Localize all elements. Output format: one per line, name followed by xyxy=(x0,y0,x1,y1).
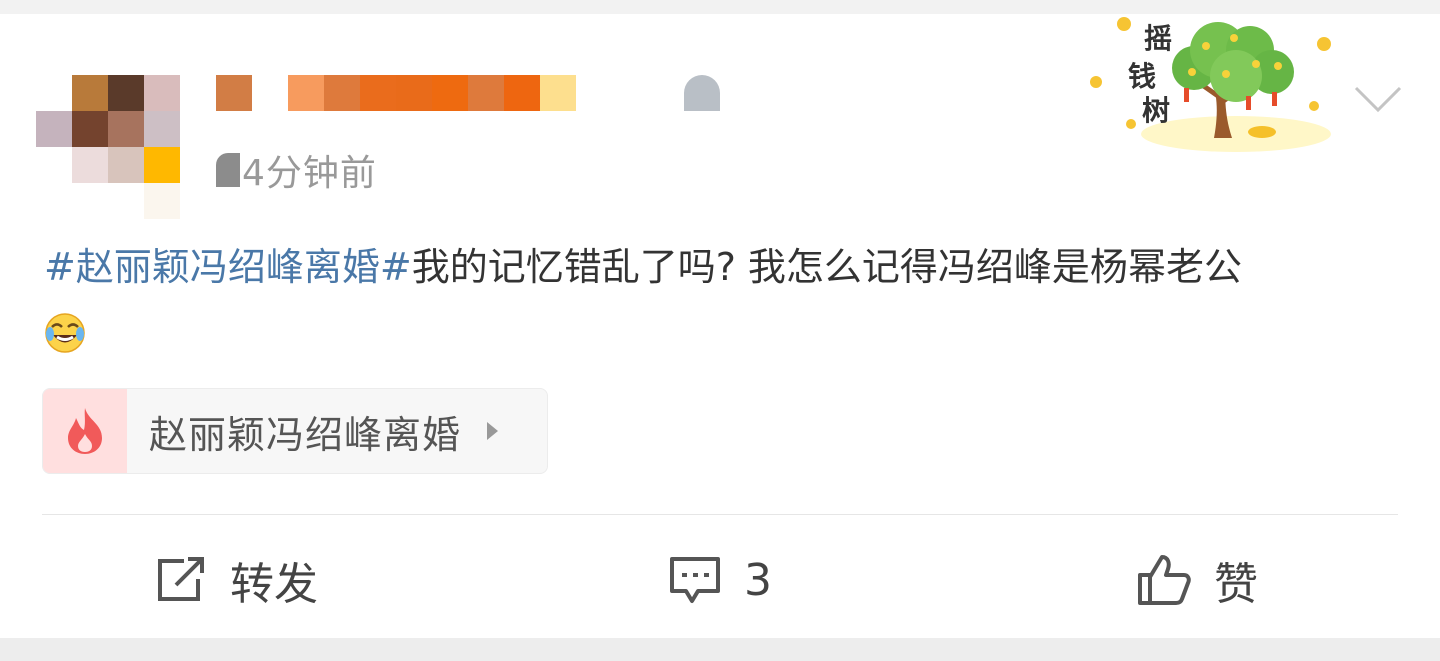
money-tree-badge[interactable]: 摇 钱 树 xyxy=(1086,16,1336,154)
topic-card[interactable]: 赵丽颖冯绍峰离婚 xyxy=(42,388,548,474)
badge-char-1: 摇 xyxy=(1144,22,1172,55)
caret-right-icon xyxy=(487,422,499,440)
laugh-cry-emoji-icon xyxy=(45,313,85,353)
repost-label: 转发 xyxy=(230,559,318,610)
badge-char-3: 树 xyxy=(1142,94,1170,127)
feed-separator xyxy=(0,638,1440,661)
source-mark-redacted xyxy=(216,153,240,187)
like-button[interactable]: 赞 xyxy=(1136,550,1258,610)
badge-redacted xyxy=(684,75,720,111)
repost-icon xyxy=(158,557,204,601)
topic-icon-box xyxy=(43,389,127,473)
chevron-down-icon[interactable] xyxy=(1352,80,1404,120)
topic-hashtag-link[interactable]: #赵丽颖冯绍峰离婚# xyxy=(44,245,412,289)
comment-icon xyxy=(670,557,720,603)
fire-icon xyxy=(68,408,102,454)
repost-button[interactable]: 转发 xyxy=(154,550,318,610)
post-content: #赵丽颖冯绍峰离婚#我的记忆错乱了吗? 我怎么记得冯绍峰是杨幂老公 xyxy=(44,240,1404,354)
topic-card-label: 赵丽颖冯绍峰离婚 xyxy=(149,412,462,457)
badge-char-2: 钱 xyxy=(1128,60,1156,93)
post-meta: 4分钟前 xyxy=(216,150,377,194)
comment-count: 3 xyxy=(744,554,772,606)
username-redacted[interactable] xyxy=(216,75,726,111)
like-label: 赞 xyxy=(1214,559,1258,610)
post-text: 我的记忆错乱了吗? 我怎么记得冯绍峰是杨幂老公 xyxy=(411,245,1242,289)
comment-button[interactable]: 3 xyxy=(668,550,772,610)
avatar[interactable] xyxy=(36,75,180,219)
thumbs-up-icon xyxy=(1138,555,1191,605)
divider xyxy=(42,514,1398,515)
post-time: 4分钟前 xyxy=(242,153,377,194)
